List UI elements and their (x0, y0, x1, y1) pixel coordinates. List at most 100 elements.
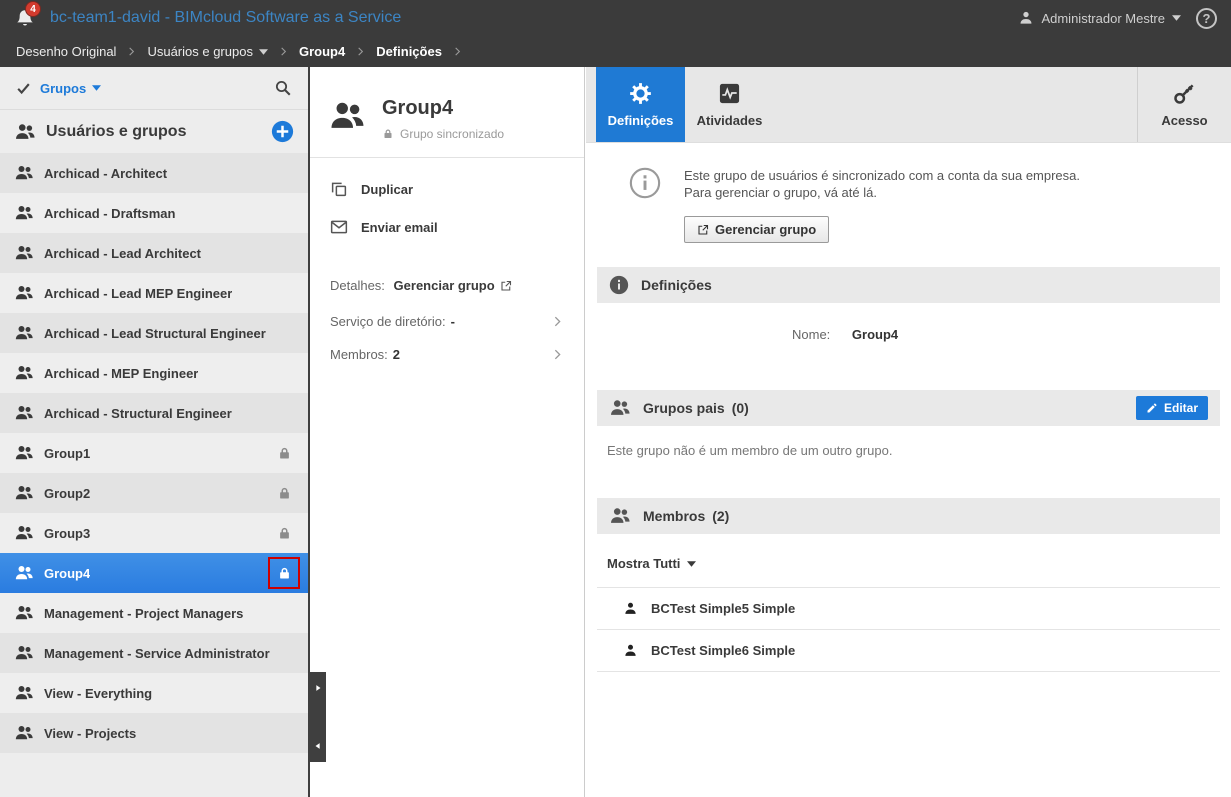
sidebar-item-archicad-lead-architect[interactable]: Archicad - Lead Architect (0, 233, 308, 273)
group-icon (14, 363, 34, 383)
members-filter-dropdown[interactable]: Mostra Tutti (597, 534, 1220, 587)
edit-button[interactable]: Editar (1135, 396, 1208, 420)
sidebar-item-view-everything[interactable]: View - Everything (0, 673, 308, 713)
group-list: Archicad - Architect Archicad - Draftsman… (0, 153, 308, 753)
sidebar-item-label: Management - Project Managers (44, 605, 244, 621)
lock-icon (277, 566, 292, 581)
section-definitions: Definições Nome: Group4 (597, 267, 1220, 376)
collapse-icon[interactable] (313, 741, 323, 751)
sidebar-item-label: Archicad - Architect (44, 165, 168, 181)
details-label: Detalhes: (330, 278, 385, 293)
member-row[interactable]: BCTest Simple6 Simple (597, 630, 1220, 672)
action-list: Duplicar Enviar email (310, 170, 584, 246)
groups-filter-dropdown[interactable]: Grupos (40, 81, 86, 96)
sidebar-header: Usuários e grupos (0, 110, 308, 153)
breadcrumb-label: Usuários e grupos (147, 44, 253, 59)
group-icon (14, 121, 36, 143)
group-icon (14, 723, 34, 743)
sidebar-filter-bar: Grupos (0, 67, 308, 110)
member-row[interactable]: BCTest Simple5 Simple (597, 588, 1220, 630)
breadcrumb-label: Desenho Original (16, 44, 117, 59)
duplicar-button[interactable]: Duplicar (310, 170, 584, 208)
chevron-down-icon (1172, 15, 1181, 21)
activity-icon (718, 82, 741, 105)
breadcrumb-item-group4[interactable]: Group4 (299, 44, 345, 59)
group-icon (328, 97, 366, 135)
notice-line1: Este grupo de usuários é sincronizado co… (684, 168, 1081, 183)
sidebar-item-archicad-lead-mep-engineer[interactable]: Archicad - Lead MEP Engineer (0, 273, 308, 313)
property-value: 2 (392, 347, 401, 362)
external-link-icon (697, 224, 709, 236)
person-icon (623, 601, 638, 616)
sidebar-item-label: Group3 (44, 525, 91, 541)
breadcrumb-item-definicoes[interactable]: Definições (376, 44, 442, 59)
sidebar-item-label: Archicad - Lead MEP Engineer (44, 285, 233, 301)
group-subtitle-label: Grupo sincronizado (400, 127, 505, 141)
manage-group-link[interactable]: Gerenciar grupo (394, 278, 512, 293)
sidebar-item-archicad-architect[interactable]: Archicad - Architect (0, 153, 308, 193)
breadcrumb-label: Group4 (298, 44, 346, 59)
enviar-email-button[interactable]: Enviar email (310, 208, 584, 246)
lock-annotation-box (268, 557, 300, 589)
sync-notice: Este grupo de usuários é sincronizado co… (586, 143, 1231, 253)
sidebar-item-management-service-administrator[interactable]: Management - Service Administrator (0, 633, 308, 673)
breadcrumb-separator-icon (278, 46, 289, 57)
sidebar-item-group1[interactable]: Group1 (0, 433, 308, 473)
section-title: Membros (643, 508, 706, 524)
lock-icon (277, 446, 292, 461)
breadcrumb-item-desenho-original[interactable]: Desenho Original (16, 44, 116, 59)
group-icon (14, 483, 34, 503)
property-row-servico-de-diretorio[interactable]: Serviço de diretório: - (310, 305, 584, 338)
group-icon (14, 163, 34, 183)
group-icon (14, 323, 34, 343)
sidebar-item-label: Archicad - Lead Structural Engineer (44, 325, 266, 341)
sidebar-item-archicad-draftsman[interactable]: Archicad - Draftsman (0, 193, 308, 233)
help-button[interactable]: ? (1196, 7, 1217, 29)
section-header: Definições (597, 267, 1220, 303)
manage-group-button[interactable]: Gerenciar grupo (684, 216, 830, 243)
user-menu-button[interactable]: Administrador Mestre (1041, 11, 1165, 26)
sidebar-item-view-projects[interactable]: View - Projects (0, 713, 308, 753)
external-link-icon (500, 280, 512, 292)
search-icon[interactable] (274, 79, 292, 97)
section-header: Grupos pais (0) Editar (597, 390, 1220, 426)
add-group-button[interactable] (271, 120, 294, 143)
divider (310, 157, 584, 158)
section-count: (0) (731, 400, 749, 416)
sidebar-item-management-project-managers[interactable]: Management - Project Managers (0, 593, 308, 633)
group-title: Group4 (382, 97, 454, 119)
breadcrumb-separator-icon (355, 46, 366, 57)
group-icon (14, 283, 34, 303)
expand-icon[interactable] (313, 683, 323, 693)
action-label: Enviar email (361, 219, 438, 235)
detail-header: Group4 Grupo sincronizado (310, 67, 584, 157)
chevron-right-icon (551, 315, 564, 328)
content-area: Este grupo de usuários é sincronizado co… (586, 143, 1231, 797)
sidebar-item-archicad-structural-engineer[interactable]: Archicad - Structural Engineer (0, 393, 308, 433)
tab-atividades[interactable]: Atividades (685, 67, 774, 142)
sidebar-collapse-handle[interactable] (310, 672, 326, 762)
tab-definicoes[interactable]: Definições (596, 67, 685, 142)
notifications-button[interactable]: 4 (14, 1, 41, 30)
sidebar-item-archicad-lead-structural-engineer[interactable]: Archicad - Lead Structural Engineer (0, 313, 308, 353)
sidebar-item-label: Archicad - Structural Engineer (44, 405, 232, 421)
manage-group-button-label: Gerenciar grupo (715, 222, 817, 237)
sidebar-item-label: View - Everything (44, 685, 153, 701)
member-name: BCTest Simple5 Simple (651, 601, 796, 616)
chevron-down-icon (258, 48, 268, 55)
lock-icon (382, 128, 394, 140)
sidebar-item-group4[interactable]: Group4 (0, 553, 308, 593)
sidebar-item-group3[interactable]: Group3 (0, 513, 308, 553)
lock-wrap (268, 437, 300, 469)
property-row-membros[interactable]: Membros: 2 (310, 338, 584, 371)
name-row: Nome: Group4 (597, 303, 1220, 376)
sidebar-item-group2[interactable]: Group2 (0, 473, 308, 513)
property-label: Membros: (330, 347, 388, 362)
person-icon (623, 643, 638, 658)
chevron-right-icon (551, 348, 564, 361)
breadcrumb-item-usuarios-e-grupos[interactable]: Usuários e grupos (147, 44, 268, 59)
mail-icon (330, 218, 348, 236)
tab-acesso[interactable]: Acesso (1137, 67, 1231, 142)
user-icon (1018, 10, 1034, 26)
sidebar-item-archicad-mep-engineer[interactable]: Archicad - MEP Engineer (0, 353, 308, 393)
